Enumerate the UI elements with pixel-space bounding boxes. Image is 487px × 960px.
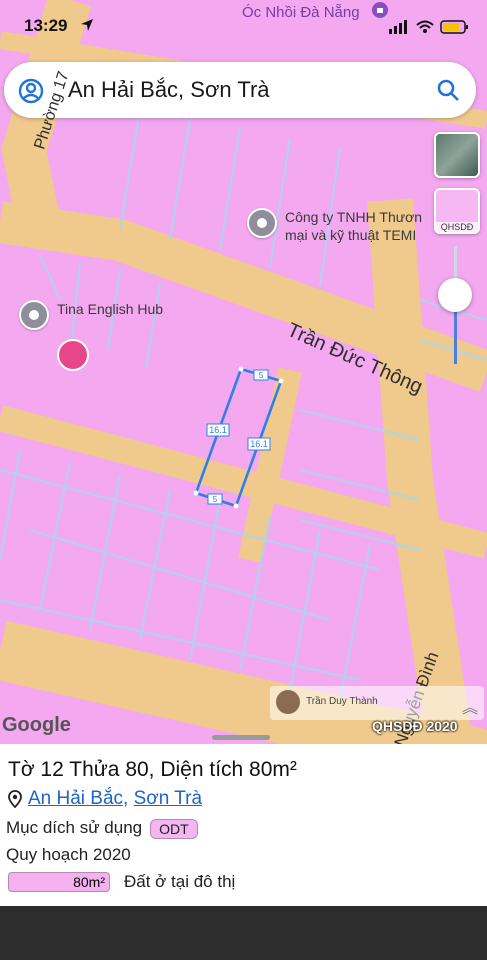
bottom-bar bbox=[0, 906, 487, 960]
status-icons bbox=[389, 20, 468, 34]
opacity-slider-thumb[interactable] bbox=[438, 278, 472, 312]
plan-label: Quy hoạch 2020 bbox=[6, 845, 131, 864]
planning-layer-button[interactable]: QHSDĐ bbox=[434, 188, 480, 234]
place-pin-icon bbox=[19, 300, 49, 330]
attribution-user: Trần Duy Thành bbox=[306, 696, 378, 707]
status-bar: 13:29 Óc Nhồi Đà Nẵng bbox=[0, 2, 487, 42]
hotel-pin-icon[interactable] bbox=[57, 339, 89, 371]
location-pin-icon bbox=[8, 790, 22, 808]
poi-temi-label: Công ty TNHH Thươn mại và kỹ thuật TEMI bbox=[285, 209, 423, 243]
profile-icon[interactable] bbox=[18, 78, 44, 104]
avatar bbox=[276, 690, 300, 714]
attribution-chip[interactable]: Trần Duy Thành ︽ bbox=[270, 686, 484, 720]
satellite-layer-button[interactable] bbox=[434, 132, 480, 178]
ward-link[interactable]: An Hải Bắc bbox=[28, 788, 123, 809]
sheet-drag-handle[interactable] bbox=[212, 735, 270, 740]
battery-icon bbox=[440, 20, 468, 34]
planning-layer-label: QHSDĐ bbox=[436, 222, 478, 232]
plan-area-bar: 80m² bbox=[8, 872, 110, 892]
plan-description: Đất ở tại đô thị bbox=[124, 872, 236, 891]
poi-tina-label: Tina English Hub bbox=[57, 301, 164, 317]
land-use-label: Mục dích sử dụng bbox=[6, 818, 143, 837]
district-link[interactable]: Sơn Trà bbox=[134, 788, 202, 809]
search-icon[interactable] bbox=[436, 78, 460, 102]
poi-temi[interactable]: Công ty TNHH Thươn mại và kỹ thuật TEMI bbox=[247, 208, 422, 244]
poi-tina[interactable]: Tina English Hub bbox=[19, 300, 163, 330]
signal-icon bbox=[389, 20, 407, 34]
parcel-info-panel: Tờ 12 Thửa 80, Diện tích 80m² An Hải Bắc… bbox=[0, 744, 487, 906]
place-pin-icon bbox=[247, 208, 277, 238]
parcel-title: Tờ 12 Thửa 80, Diện tích 80m² bbox=[8, 758, 297, 781]
map-view[interactable]: 13:29 Óc Nhồi Đà Nẵng An Hải Bắc, Sơn Tr… bbox=[0, 0, 487, 744]
chevron-up-icon: ︽ bbox=[461, 700, 478, 717]
location-separator: , bbox=[123, 788, 129, 809]
google-logo: Google bbox=[2, 714, 71, 736]
land-use-row: Mục dích sử dụng ODT bbox=[6, 818, 198, 839]
search-input[interactable]: An Hải Bắc, Sơn Trà bbox=[68, 77, 270, 103]
search-bar[interactable]: An Hải Bắc, Sơn Trà bbox=[4, 62, 476, 118]
wifi-icon bbox=[416, 20, 434, 33]
parcel-location: An Hải Bắc, Sơn Trà bbox=[8, 788, 202, 810]
status-poi-label: Óc Nhồi Đà Nẵng bbox=[242, 4, 360, 21]
opacity-slider-fill bbox=[454, 310, 457, 364]
overlay-source-label: QHSDĐ 2020 bbox=[372, 718, 458, 734]
bag-pin-icon bbox=[372, 2, 388, 18]
clock: 13:29 bbox=[24, 16, 68, 35]
location-arrow-icon bbox=[81, 19, 93, 31]
land-use-badge: ODT bbox=[150, 818, 198, 839]
